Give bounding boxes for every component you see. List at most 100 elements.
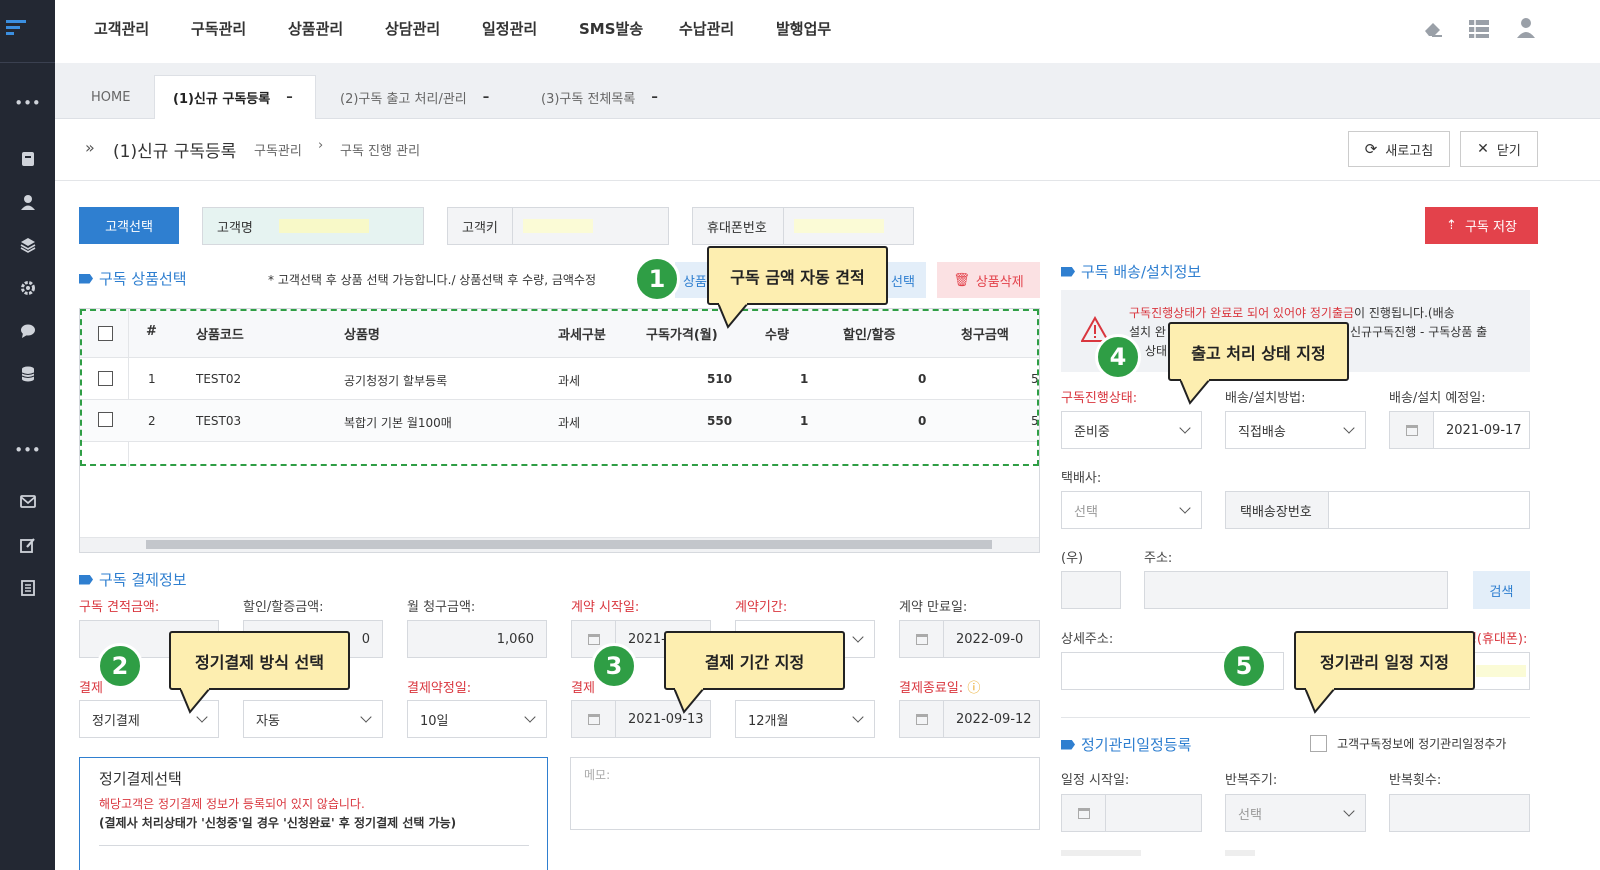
calendar-icon (1405, 424, 1418, 436)
nav-item-subscription[interactable]: 구독관리 (191, 18, 246, 39)
step-badge: 1 (634, 256, 680, 302)
close-icon[interactable]: – (286, 90, 293, 105)
close-button[interactable]: ✕ 닫기 (1460, 131, 1538, 167)
layers-icon[interactable] (0, 233, 55, 257)
gear-icon[interactable] (0, 276, 55, 300)
chevron-down-icon (1343, 422, 1355, 434)
payment-end-label: 결제종료일: ⓘ (899, 681, 981, 696)
zip-field (1061, 571, 1121, 609)
step-badge: 3 (591, 643, 637, 689)
delivery-date-field[interactable]: 2021-09-17 (1389, 411, 1530, 449)
calendar-icon (587, 633, 600, 645)
list-icon[interactable] (1469, 20, 1489, 38)
contract-end-field: 2022-09-0 (899, 620, 1040, 658)
memo-textarea[interactable] (570, 757, 1040, 830)
courier-select[interactable]: 선택 (1061, 491, 1202, 529)
tag-icon (79, 574, 93, 585)
tag-icon (1061, 739, 1075, 750)
callout-schedule: 정기관리 일정 지정 (1294, 631, 1475, 690)
edit-icon[interactable] (0, 533, 55, 557)
schedule-section-title: 정기관리일정등록 (1061, 734, 1191, 755)
callout-payment-method: 정기결제 방식 선택 (169, 631, 350, 690)
more-icon[interactable]: ••• (0, 91, 55, 115)
add-schedule-checkbox[interactable]: 고객구독정보에 정기관리일정추가 (1310, 735, 1506, 752)
more-icon[interactable]: ••• (0, 438, 55, 462)
tab-new-subscription[interactable]: (1)신규 구독등록 – (154, 75, 316, 119)
customer-key-field[interactable]: 고객키 (447, 207, 669, 245)
payment-section-title: 구독 결제정보 (79, 569, 187, 590)
user-icon[interactable] (0, 190, 55, 214)
scrollbar-thumb[interactable] (146, 540, 992, 549)
refresh-icon: ⟳ (1364, 140, 1378, 158)
progress-status-select[interactable]: 준비중 (1061, 411, 1202, 449)
breadcrumb-item[interactable]: 구독 진행 관리 (340, 140, 420, 159)
close-icon: ✕ (1477, 141, 1489, 157)
nav-item-customer[interactable]: 고객관리 (94, 18, 149, 39)
chevron-down-icon (1179, 502, 1191, 514)
divider (55, 180, 1600, 181)
info-icon: ⓘ (963, 681, 981, 696)
calendar-icon (915, 633, 928, 645)
step-badge: 5 (1221, 643, 1267, 689)
top-nav: 고객관리 구독관리 상품관리 상담관리 일정관리 SMS발송 수납관리 발행업무 (55, 0, 1600, 63)
phone-field[interactable]: 휴대폰번호 (692, 207, 914, 245)
tracking-number-field[interactable]: 택배송장번호 (1225, 491, 1530, 529)
repeat-cycle-select[interactable]: 선택 (1225, 794, 1366, 832)
breadcrumb-item[interactable]: 구독관리 (254, 140, 302, 159)
page-title: (1)신규 구독등록 (113, 142, 237, 162)
step-badge: 4 (1095, 334, 1141, 380)
tag-icon (1061, 266, 1075, 277)
sidebar: ••• ••• (0, 0, 55, 870)
payment-type-select[interactable]: 자동 (243, 700, 383, 738)
tag-icon (79, 273, 93, 284)
products-section-title: 구독 상품선택 (79, 268, 187, 289)
chevron-down-icon (1179, 422, 1191, 434)
schedule-start-field[interactable] (1061, 794, 1202, 832)
tab-bar: HOME (1)신규 구독등록 – (2)구독 출고 처리/관리 – (3)구독 전… (55, 63, 1600, 119)
chat-icon[interactable] (0, 319, 55, 343)
address-field (1144, 571, 1448, 609)
calendar-icon (1077, 807, 1090, 819)
customer-select-button[interactable]: 고객선택 (79, 207, 179, 244)
address-search-button[interactable]: 검색 (1473, 571, 1530, 609)
eraser-icon[interactable] (1423, 20, 1443, 38)
nav-item-sms[interactable]: SMS발송 (579, 18, 643, 39)
arrow-up-icon: ⇡ (1446, 218, 1457, 233)
highlight-box (80, 309, 1039, 466)
database-icon[interactable] (0, 362, 55, 386)
customer-name-field[interactable]: 고객명 (202, 207, 424, 245)
nav-item-payment[interactable]: 수납관리 (679, 18, 734, 39)
save-subscription-button[interactable]: ⇡ 구독 저장 (1425, 207, 1538, 244)
callout-auto-estimate: 구독 금액 자동 견적 (707, 246, 888, 305)
payment-end-field: 2022-09-12 (899, 700, 1040, 738)
nav-item-schedule[interactable]: 일정관리 (482, 18, 537, 39)
menu-icon[interactable] (0, 0, 55, 63)
monthly-amount-field: 1,060 (407, 620, 547, 658)
double-chevron-icon: » (85, 138, 95, 157)
delete-product-button[interactable]: 🗑 상품삭제 (937, 262, 1040, 298)
nav-item-product[interactable]: 상품관리 (288, 18, 343, 39)
chevron-right-icon: › (318, 138, 324, 153)
document-icon[interactable] (0, 576, 55, 600)
repeat-count-field[interactable] (1389, 794, 1530, 832)
chevron-down-icon (1343, 805, 1355, 817)
chevron-down-icon (524, 711, 536, 723)
payment-period-select[interactable]: 12개월 (735, 700, 875, 738)
delivery-method-select[interactable]: 직접배송 (1225, 411, 1366, 449)
payment-day-select[interactable]: 10일 (407, 700, 547, 738)
step-badge: 2 (97, 643, 143, 689)
nav-item-publish[interactable]: 발행업무 (776, 18, 831, 39)
close-icon[interactable]: – (651, 90, 658, 105)
delivery-section-title: 구독 배송/설치정보 (1061, 261, 1201, 282)
tab-subscription-list[interactable]: (3)구독 전체목록 – (523, 75, 676, 119)
calendar-icon (587, 713, 600, 725)
calendar-icon (915, 713, 928, 725)
book-icon[interactable] (0, 147, 55, 171)
tab-shipping[interactable]: (2)구독 출고 처리/관리 – (322, 75, 507, 119)
tab-home[interactable]: HOME (73, 75, 148, 119)
close-icon[interactable]: – (483, 90, 490, 105)
account-icon[interactable] (1517, 17, 1535, 39)
mail-icon[interactable] (0, 489, 55, 513)
refresh-button[interactable]: ⟳ 새로고침 (1348, 131, 1450, 167)
nav-item-consult[interactable]: 상담관리 (385, 18, 440, 39)
